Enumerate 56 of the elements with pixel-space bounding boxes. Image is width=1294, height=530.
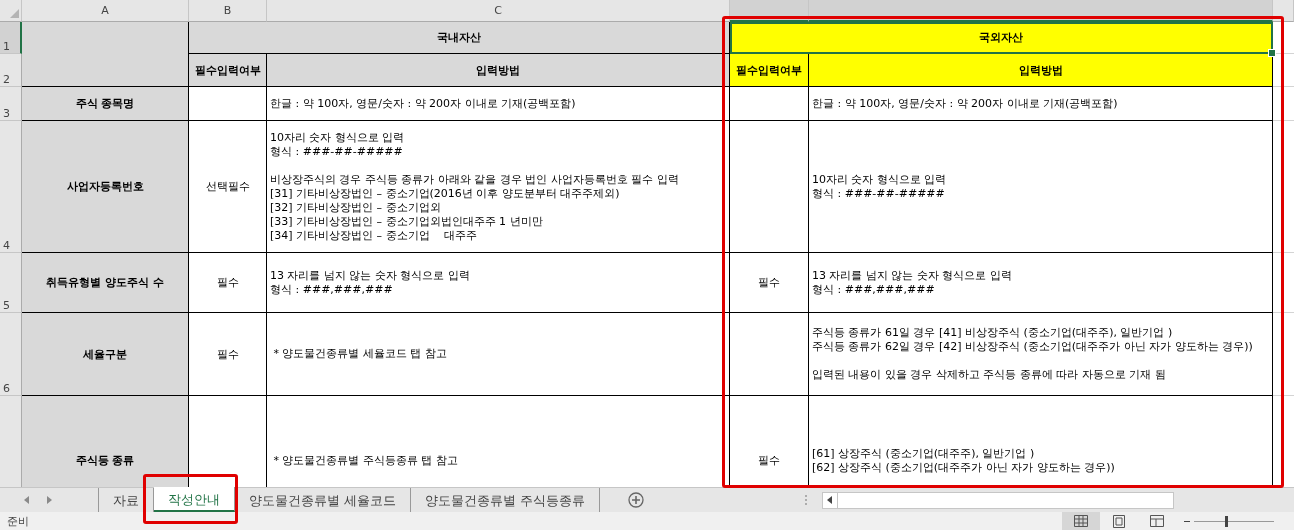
cell-text: [31] 기타비상장법인 – 중소기업(2016년 이후 양도분부터 대주주제외) bbox=[270, 186, 621, 201]
fill-handle[interactable] bbox=[1268, 49, 1276, 57]
previous-sheet-icon[interactable] bbox=[24, 496, 29, 504]
row-header[interactable]: 2 bbox=[0, 54, 22, 87]
cell-text: * 양도물건종류별 세율코드 탭 참고 bbox=[272, 347, 447, 361]
column-header[interactable]: C bbox=[267, 0, 730, 22]
cell-text: [34] 기타비상장법인 – 중소기업 대주주 bbox=[270, 228, 478, 243]
cell-text: 형식 : ###-##-##### bbox=[270, 144, 404, 159]
column-header[interactable] bbox=[1273, 0, 1294, 22]
column-header[interactable]: B bbox=[189, 0, 267, 22]
table-cell: 세율구분 bbox=[22, 313, 189, 396]
table-cell: 필수 bbox=[730, 253, 809, 313]
row-header[interactable]: 1 bbox=[0, 22, 22, 54]
cell-text: 주식등 종류가 62일 경우 [42] 비상장주식 (중소기업(대주주가 아닌 자가 양도하는 경우)) bbox=[812, 340, 1253, 354]
cell-text: 10자리 숫자 형식으로 입력 bbox=[270, 130, 406, 145]
row-header[interactable]: 3 bbox=[0, 87, 22, 121]
row-header[interactable]: 5 bbox=[0, 253, 22, 313]
column-header[interactable]: A bbox=[22, 0, 189, 22]
cell-text: [33] 기타비상장법인 – 중소기업외법인대주주 1 년미만 bbox=[270, 214, 544, 229]
row-header[interactable]: 4 bbox=[0, 121, 22, 253]
next-sheet-icon[interactable] bbox=[47, 496, 52, 504]
row-header[interactable]: 6 bbox=[0, 313, 22, 396]
table-cell: 주식등 종류 bbox=[22, 396, 189, 487]
selected-cell[interactable]: 국외자산 bbox=[730, 22, 1273, 54]
normal-view-icon[interactable] bbox=[1062, 512, 1100, 530]
table-cell: 필수 bbox=[189, 253, 267, 313]
cell-text: [61] 상장주식 (중소기업(대주주), 일반기업 ) bbox=[812, 446, 1036, 461]
cell-text: 13 자리를 넘지 않는 숫자 형식으로 입력 bbox=[270, 268, 470, 283]
cell-text: 한글 : 약 100자, 영문/숫자 : 약 200자 이내로 기재(공백포함) bbox=[270, 96, 576, 111]
cell-text: 주식등 종류가 61일 경우 [41] 비상장주식 (중소기업(대주주), 일반기업 ) bbox=[812, 326, 1174, 340]
horizontal-scrollbar[interactable] bbox=[822, 491, 1174, 509]
cell-text: 한글 : 약 100자, 영문/숫자 : 약 200자 이내로 기재(공백포함) bbox=[812, 96, 1118, 111]
table-cell: 입력방법 bbox=[809, 54, 1273, 87]
cell-text: [62] 상장주식 (중소기업(대주주가 아닌 자가 양도하는 경우)) bbox=[812, 460, 1115, 475]
slider-thumb[interactable] bbox=[1225, 515, 1228, 527]
status-text: 준비 bbox=[6, 513, 29, 529]
cell-text: * 양도물건종류별 주식등종류 탭 참고 bbox=[272, 453, 458, 468]
table-cell: 선택필수 bbox=[189, 121, 267, 253]
cell-text: 비상장주식의 경우 주식등 종류가 아래와 같을 경우 법인 사업자등록번호 필수 입력 bbox=[270, 172, 679, 187]
cell-text: 13 자리를 넘지 않는 숫자 형식으로 입력 bbox=[812, 268, 1012, 283]
table-cell: 취득유형별 양도주식 수 bbox=[22, 253, 189, 313]
cell-text: 10자리 숫자 형식으로 입력 bbox=[812, 172, 947, 187]
cell-text: 형식 : ###,###,### bbox=[812, 282, 936, 297]
table-cell: 필수 bbox=[189, 313, 267, 396]
table-cell: 필수입력여부 bbox=[189, 54, 267, 87]
table-cell: 필수입력여부 bbox=[730, 54, 809, 87]
table-cell: 국내자산 bbox=[189, 22, 730, 54]
cell-text: 형식 : ###-##-##### bbox=[812, 186, 946, 201]
table-cell: 주식 종목명 bbox=[22, 87, 189, 121]
table-cell: 입력방법 bbox=[267, 54, 730, 87]
cell-text: 국외자산 bbox=[979, 30, 1023, 45]
cell-text: 형식 : ###,###,### bbox=[270, 282, 394, 297]
table-cell: 사업자등록번호 bbox=[22, 121, 189, 253]
sheet-tab[interactable]: 작성안내 bbox=[154, 487, 235, 512]
cell-text: 입력된 내용이 있을 경우 삭제하고 주식등 종류에 따라 자동으로 기재 됨 bbox=[812, 368, 1167, 382]
cell-text: [32] 기타비상장법인 – 중소기업외 bbox=[270, 200, 442, 215]
